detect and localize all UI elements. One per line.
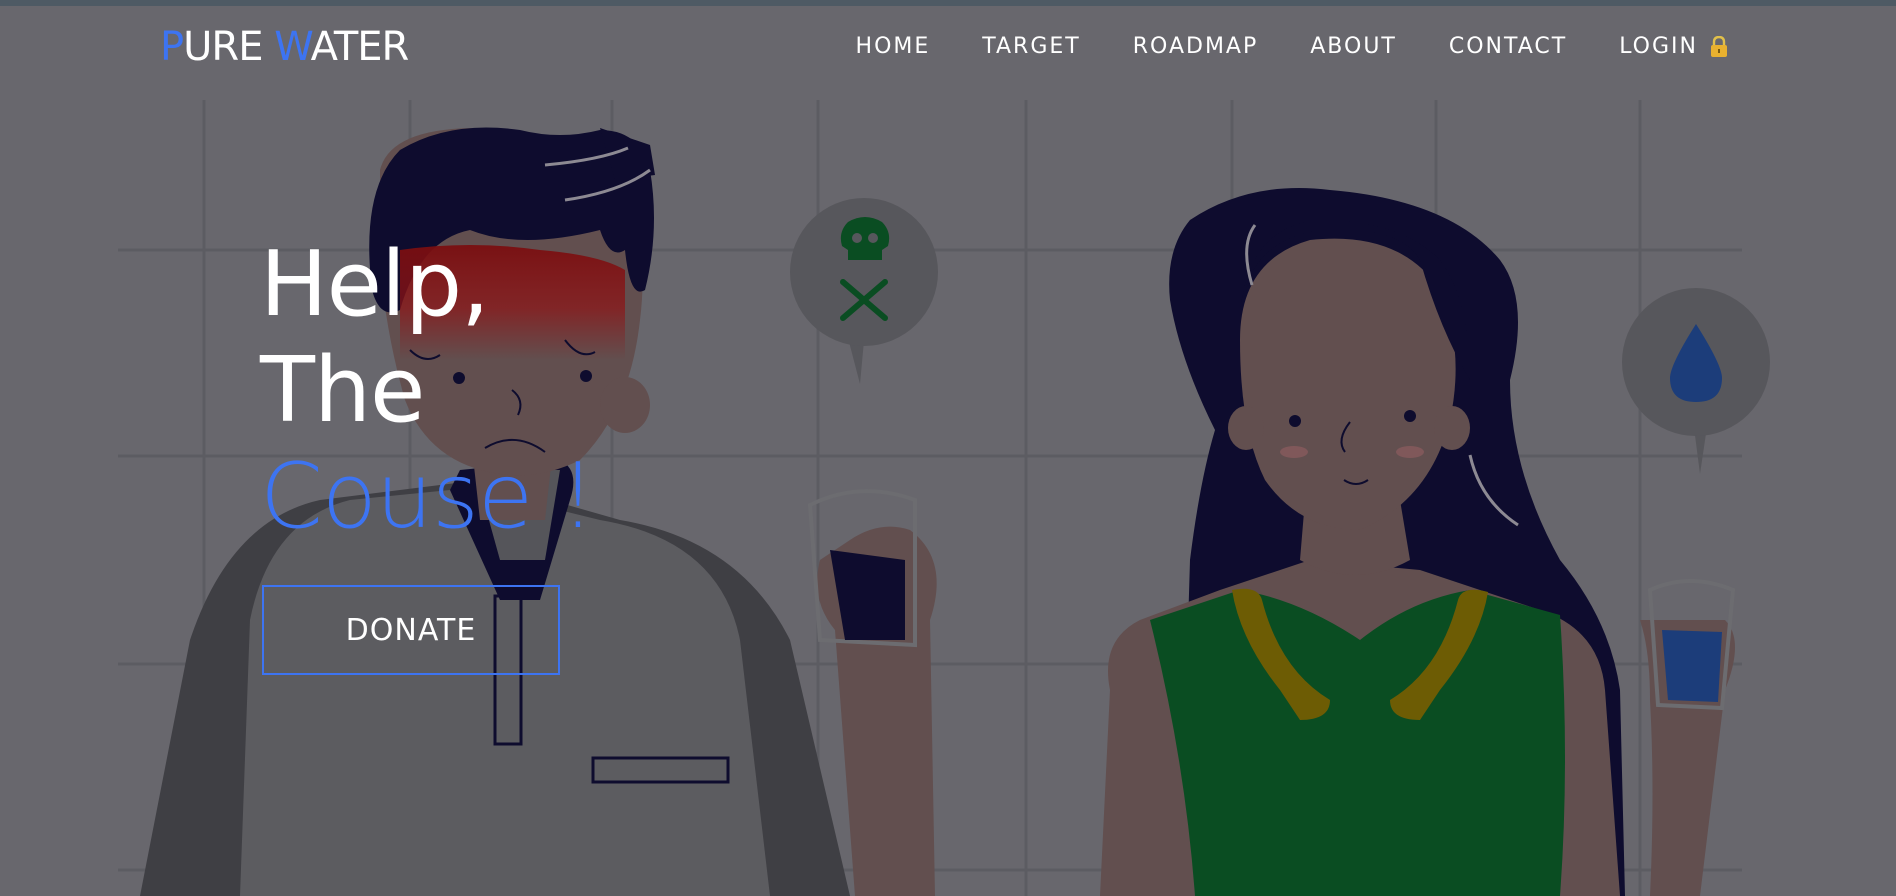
- donate-label: DONATE: [345, 612, 477, 648]
- login-label: LOGIN: [1619, 34, 1698, 59]
- main-navigation: HOME TARGET ROADMAP ABOUT CONTACT LOGIN: [856, 29, 1728, 65]
- logo-initial-w: W: [274, 24, 311, 70]
- hero-line-1: Help,: [260, 232, 490, 337]
- logo-word-ater: ATER: [310, 24, 410, 70]
- lock-icon: [1711, 36, 1727, 57]
- nav-item-login[interactable]: LOGIN: [1619, 29, 1728, 65]
- hero-line-3: Couse !: [260, 444, 596, 549]
- hero-heading: Help, The Couse !: [260, 232, 596, 550]
- nav-item-contact[interactable]: CONTACT: [1449, 29, 1567, 65]
- nav-item-target[interactable]: TARGET: [982, 29, 1080, 65]
- top-border: [0, 0, 1896, 6]
- nav-item-about[interactable]: ABOUT: [1310, 29, 1397, 65]
- nav-item-home[interactable]: HOME: [856, 29, 931, 65]
- hero-line-2: The: [260, 338, 425, 443]
- logo-initial-p: P: [160, 24, 184, 70]
- nav-item-roadmap[interactable]: ROADMAP: [1133, 29, 1259, 65]
- logo-word-ure: URE: [183, 24, 263, 70]
- water-drop-icon: [1622, 288, 1770, 474]
- brand-logo[interactable]: PURE WATER: [160, 22, 410, 72]
- page: PURE WATER HOME TARGET ROADMAP ABOUT CON…: [0, 0, 1896, 896]
- donate-button[interactable]: DONATE: [262, 585, 560, 675]
- skull-crossbones-icon: [790, 198, 938, 384]
